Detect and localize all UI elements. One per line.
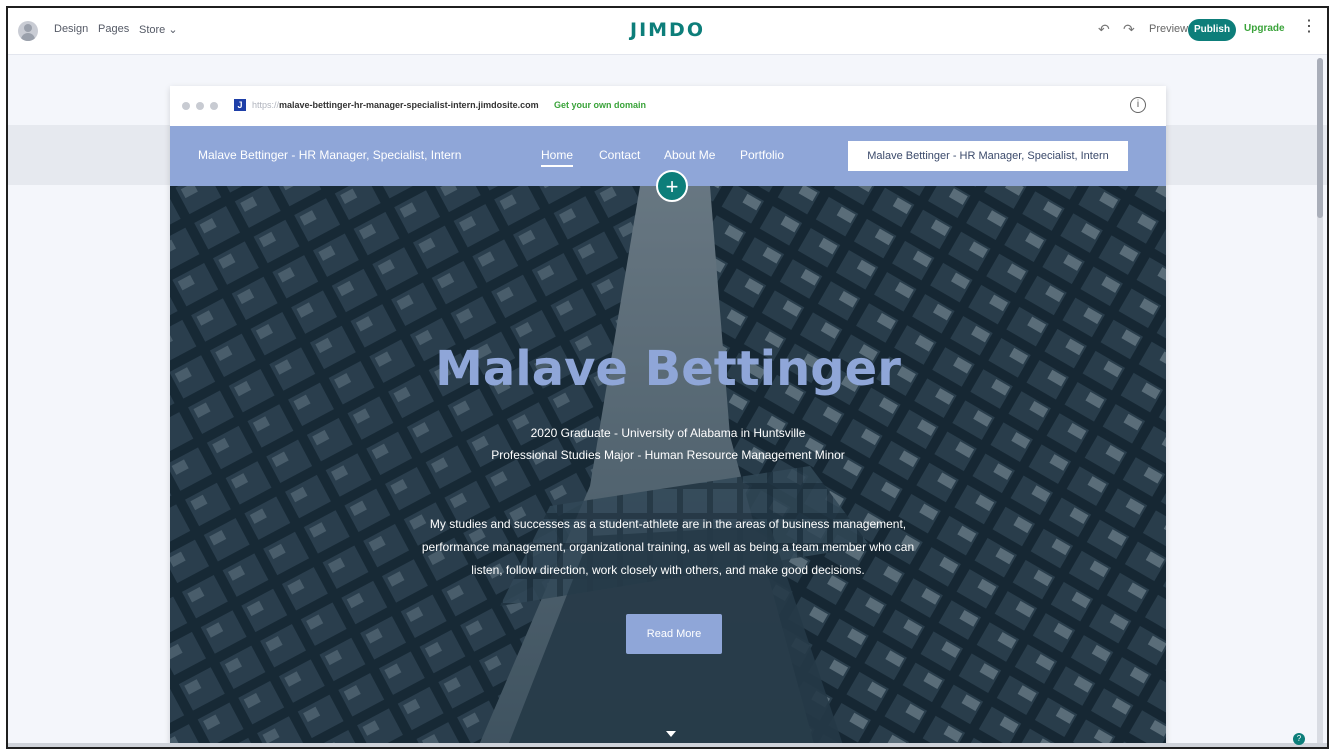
- add-section-button[interactable]: +: [656, 170, 688, 202]
- hero-heading: Malave Bettinger: [435, 341, 901, 397]
- upgrade-button[interactable]: Upgrade: [1244, 23, 1285, 34]
- hero-paragraph-1: My studies and successes as a student-at…: [429, 517, 907, 531]
- editor-toolbar: Design Pages Store ⌄ JIMDO ↶ ↷ Preview P…: [8, 8, 1327, 55]
- preview-button[interactable]: Preview: [1149, 23, 1188, 35]
- hero-subtitle-1: 2020 Graduate - University of Alabama in…: [530, 426, 806, 440]
- jimdo-favicon-icon: J: [234, 99, 246, 111]
- more-options-icon[interactable]: ⋮: [1301, 19, 1317, 35]
- hero-content: Malave Bettinger 2020 Graduate - Univers…: [170, 186, 1166, 747]
- nav-item-portfolio[interactable]: Portfolio: [740, 148, 784, 162]
- help-badge-icon[interactable]: ?: [1293, 733, 1305, 745]
- url-host: malave-bettinger-hr-manager-specialist-i…: [279, 100, 539, 110]
- browser-address-bar: J https://malave-bettinger-hr-manager-sp…: [170, 86, 1166, 127]
- editor-window: Design Pages Store ⌄ JIMDO ↶ ↷ Preview P…: [6, 6, 1329, 749]
- site-title[interactable]: Malave Bettinger - HR Manager, Specialis…: [198, 148, 461, 162]
- url-protocol: https://: [252, 100, 280, 110]
- hero-section: Malave Bettinger 2020 Graduate - Univers…: [170, 186, 1166, 747]
- undo-icon[interactable]: ↶: [1098, 21, 1110, 38]
- nav-item-contact[interactable]: Contact: [599, 148, 640, 162]
- window-dot-icon: [196, 102, 204, 110]
- scroll-thumb[interactable]: [1317, 58, 1323, 218]
- nav-item-about-me[interactable]: About Me: [664, 148, 715, 162]
- read-more-button[interactable]: Read More: [626, 614, 722, 654]
- site-url: https://malave-bettinger-hr-manager-spec…: [252, 100, 539, 110]
- redo-icon[interactable]: ↷: [1123, 21, 1135, 38]
- hero-paragraph-2: performance management, organizational t…: [421, 540, 915, 554]
- hero-subtitle-2: Professional Studies Major - Human Resou…: [491, 448, 845, 462]
- window-dot-icon: [182, 102, 190, 110]
- info-icon[interactable]: i: [1130, 97, 1146, 113]
- site-preview-browser: J https://malave-bettinger-hr-manager-sp…: [170, 86, 1166, 747]
- window-dot-icon: [210, 102, 218, 110]
- bottom-edge: [8, 743, 1327, 747]
- publish-button[interactable]: Publish: [1188, 19, 1236, 41]
- hero-paragraph-3: listen, follow direction, work closely w…: [471, 563, 865, 577]
- scrollbar[interactable]: [1317, 58, 1323, 747]
- scroll-down-icon[interactable]: [666, 731, 676, 737]
- get-domain-link[interactable]: Get your own domain: [554, 100, 646, 110]
- nav-title-box[interactable]: Malave Bettinger - HR Manager, Specialis…: [848, 141, 1128, 171]
- nav-item-home[interactable]: Home: [541, 148, 574, 167]
